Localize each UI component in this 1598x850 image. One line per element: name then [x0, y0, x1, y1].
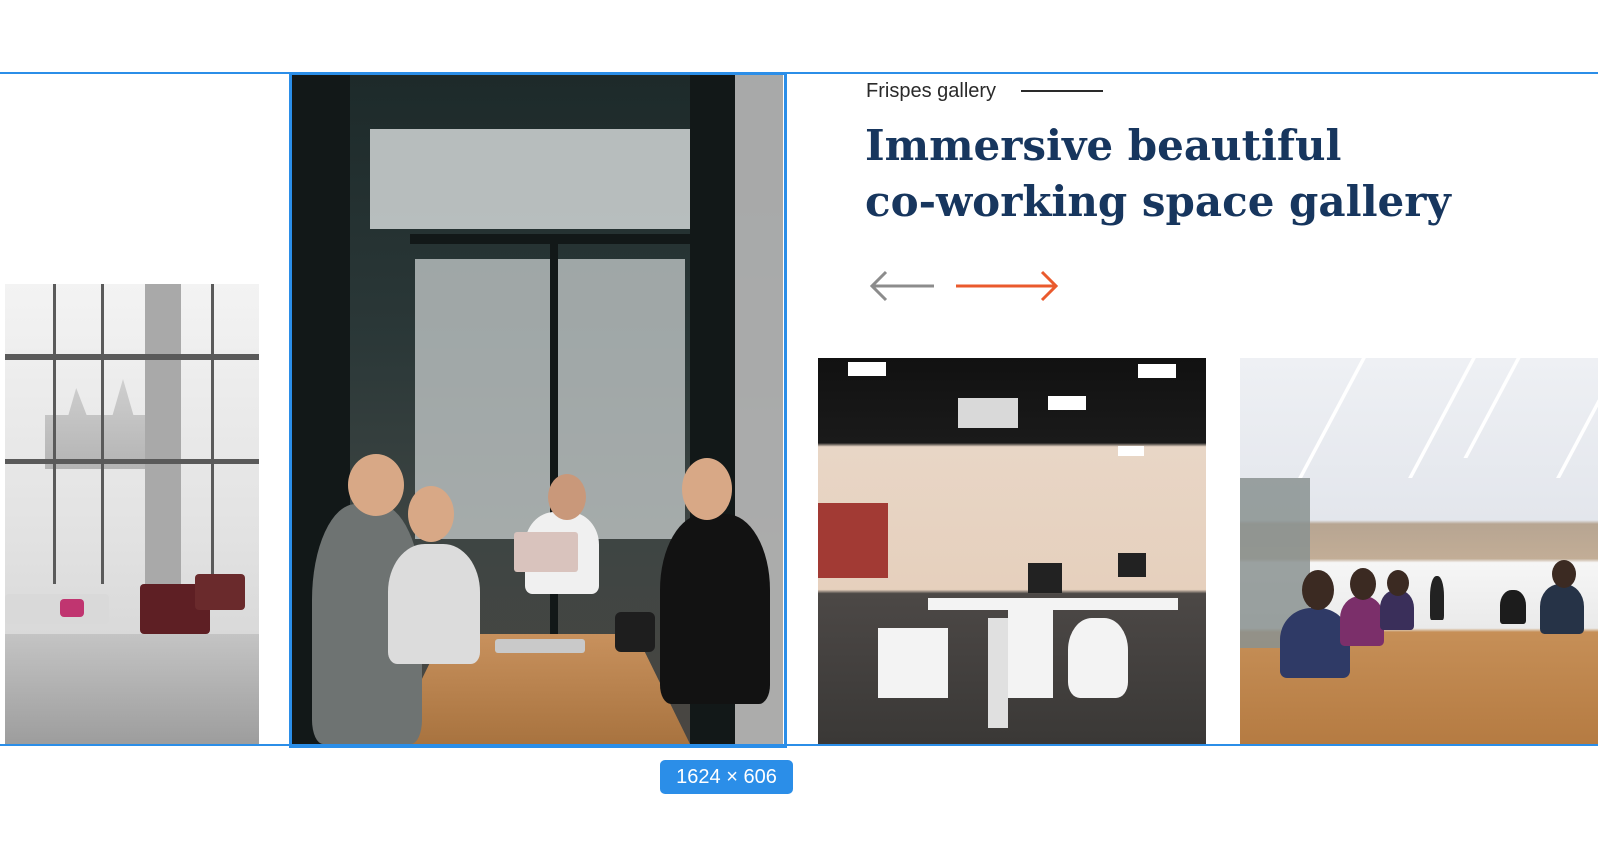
- selection-guide-top: [0, 72, 1598, 74]
- photo-detail-person-head: [408, 486, 454, 542]
- photo-detail-ceiling-light: [1138, 364, 1176, 378]
- previous-button[interactable]: [868, 268, 936, 304]
- gallery-photo-office[interactable]: [818, 358, 1206, 744]
- photo-detail-person-head: [348, 454, 404, 516]
- photo-detail-attendee: [1380, 590, 1414, 630]
- photo-detail-red-wall: [818, 503, 888, 578]
- photo-detail-attendee-head: [1552, 560, 1576, 588]
- photo-detail-light-strip: [1408, 358, 1476, 478]
- selection-guide-bottom: [0, 744, 1598, 746]
- headline-line-2: co-working space gallery: [865, 177, 1451, 226]
- photo-detail-window: [370, 129, 700, 229]
- gallery-photo-meeting[interactable]: [1240, 358, 1598, 744]
- photo-detail-person-head: [548, 474, 586, 520]
- headline-line-1: Immersive beautiful: [865, 121, 1342, 170]
- photo-detail-attendee: [1500, 590, 1526, 624]
- photo-detail-monitor: [1028, 563, 1062, 593]
- photo-detail-attendee: [1340, 596, 1384, 646]
- gallery-canvas: Frispes gallery Immersive beautiful co-w…: [0, 0, 1598, 850]
- photo-detail-cushion: [60, 599, 84, 617]
- photo-detail-light-strip: [1298, 358, 1366, 478]
- photo-detail-floor: [5, 634, 259, 744]
- arrow-left-icon: [869, 270, 934, 302]
- photo-detail-mullion: [53, 284, 56, 584]
- photo-detail-drawers: [1008, 608, 1053, 698]
- photo-detail-armchair: [195, 574, 245, 610]
- section-headline: Immersive beautiful co-working space gal…: [865, 118, 1485, 230]
- photo-detail-monitor: [1118, 553, 1146, 577]
- photo-detail-light-strip: [1463, 358, 1521, 458]
- arrow-right-icon: [956, 270, 1059, 302]
- photo-detail-ceiling-light: [1048, 396, 1086, 410]
- photo-detail-attendee: [1540, 584, 1584, 634]
- gallery-photo-selected[interactable]: [290, 74, 783, 744]
- photo-detail-ceiling-light: [848, 362, 886, 376]
- photo-detail-mug: [615, 612, 655, 652]
- photo-detail-door-frame: [550, 244, 558, 664]
- dimensions-badge: 1624 × 606: [660, 760, 793, 794]
- gallery-photo-lobby[interactable]: [5, 284, 259, 744]
- photo-detail-presenter: [1430, 576, 1444, 620]
- photo-detail-person: [388, 544, 480, 664]
- photo-detail-mullion: [101, 284, 104, 584]
- photo-detail-desk: [928, 598, 1178, 610]
- eyebrow-divider: [1021, 90, 1103, 92]
- photo-detail-mullion: [211, 284, 214, 584]
- next-button[interactable]: [954, 268, 1060, 304]
- photo-detail-laptop: [514, 532, 578, 572]
- photo-detail-attendee-head: [1302, 570, 1334, 610]
- photo-detail-ac-unit: [958, 398, 1018, 428]
- photo-detail-sofa: [5, 594, 109, 624]
- photo-detail-cabinet: [878, 628, 948, 698]
- photo-detail-person-head: [682, 458, 732, 520]
- photo-detail-attendee-head: [1350, 568, 1376, 600]
- photo-detail-mullion: [5, 354, 259, 360]
- photo-detail-beam: [410, 234, 690, 244]
- photo-detail-desk-leg: [988, 618, 1008, 728]
- photo-detail-attendee-head: [1387, 570, 1409, 596]
- photo-detail-light-strip: [1556, 388, 1598, 478]
- photo-detail-mullion: [5, 459, 259, 464]
- photo-detail-person: [660, 514, 770, 704]
- photo-detail-laptop: [495, 639, 585, 653]
- section-eyebrow: Frispes gallery: [866, 80, 997, 102]
- photo-detail-ceiling-light: [1118, 446, 1144, 456]
- photo-detail-chair: [1068, 618, 1128, 698]
